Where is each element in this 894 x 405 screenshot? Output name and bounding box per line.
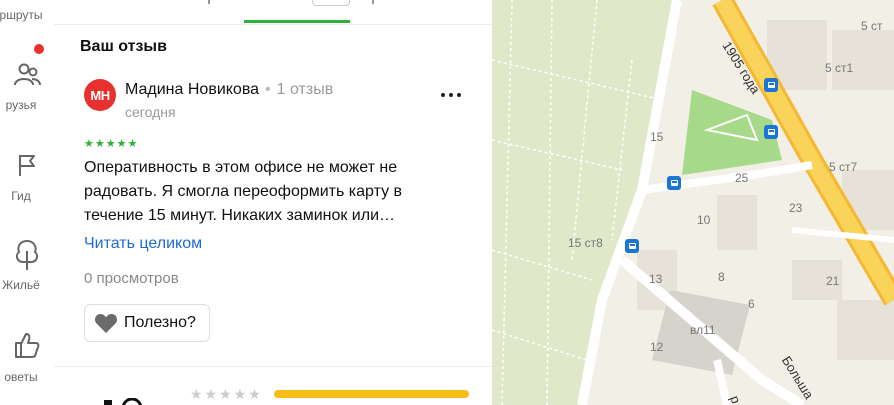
dot-icon: [449, 93, 453, 97]
review-count: 1 отзыв: [276, 81, 334, 98]
nav-item-routes-label: ршруты: [0, 8, 43, 22]
nav-item-housing[interactable]: Жильё: [0, 238, 54, 292]
nav-item-guide[interactable]: Гид: [0, 152, 54, 203]
section-title: Ваш отзыв: [80, 38, 167, 55]
map-label-6: 6: [748, 297, 755, 311]
author-separator: •: [265, 81, 271, 98]
bus-stop-icon[interactable]: [625, 239, 639, 253]
useful-button[interactable]: Полезно?: [84, 304, 210, 342]
review-text: Оперативность в этом офисе не может не р…: [84, 159, 403, 224]
divider: [54, 366, 492, 367]
tab-edge: [372, 0, 374, 4]
nav-item-friends-label: рузья: [5, 98, 37, 112]
left-nav-rail: ршруты рузья Гид Жильё оветы: [0, 0, 55, 405]
more-options-button[interactable]: [436, 82, 466, 108]
map-label-5st1: 5 ст1: [825, 61, 854, 75]
map-label-8: 8: [718, 270, 725, 284]
useful-button-label: Полезно?: [124, 314, 196, 331]
active-tab-indicator[interactable]: [244, 20, 350, 23]
map-label-5st7: 5 ст7: [829, 160, 858, 174]
map-label-5st: 5 ст: [861, 19, 883, 33]
map-label-25: 25: [735, 171, 749, 185]
bus-stop-icon[interactable]: [667, 176, 681, 190]
nav-item-tips-label: оветы: [4, 370, 38, 384]
dot-icon: [457, 93, 461, 97]
map-label-10: 10: [697, 213, 711, 227]
rating-stars: ★★★★★: [84, 138, 139, 150]
flag-icon: [19, 155, 35, 176]
friends-icon: [14, 63, 41, 86]
review-panel: Ваш отзыв МН Мадина Новикова • 1 отзыв сег…: [54, 0, 492, 405]
bus-stop-icon[interactable]: [764, 125, 778, 139]
tab-handle: [312, 0, 350, 6]
map-label-23: 23: [789, 201, 803, 215]
bus-stop-icon[interactable]: [764, 78, 778, 92]
nav-item-friends[interactable]: рузья: [0, 60, 54, 112]
heart-icon: [94, 314, 118, 333]
tab-edge: [208, 0, 210, 4]
nav-item-tips[interactable]: оветы: [0, 330, 54, 384]
views-count: 0 просмотров: [84, 270, 179, 287]
rating-breakdown-bar: [274, 390, 469, 398]
author-line: Мадина Новикова • 1 отзыв: [125, 81, 333, 99]
map[interactable]: 15 15 ст8 13 12 10 8 6 25 23 21 5 ст 5 с…: [492, 0, 894, 405]
tree-icon: [15, 239, 39, 270]
big-rating-partial: [104, 398, 143, 405]
map-label-vl11: вл11: [690, 323, 716, 337]
tab-bar: [54, 0, 492, 25]
avatar[interactable]: МН: [84, 79, 116, 111]
map-label-21: 21: [826, 274, 840, 288]
map-label-15: 15: [650, 130, 664, 144]
dot-icon: [441, 93, 445, 97]
rating-breakdown-stars: ★★★★★: [190, 386, 263, 402]
read-more-link[interactable]: Читать целиком: [84, 235, 202, 253]
nav-item-housing-label: Жильё: [2, 278, 40, 292]
author-name[interactable]: Мадина Новикова: [125, 81, 259, 98]
notification-dot: [34, 44, 44, 54]
map-label-12: 12: [650, 340, 664, 354]
review-date: сегодня: [125, 104, 176, 120]
nav-item-guide-label: Гид: [11, 189, 31, 203]
map-label-15st8: 15 ст8: [568, 236, 603, 250]
thumbs-up-icon: [15, 333, 40, 358]
map-label-13: 13: [649, 272, 663, 286]
